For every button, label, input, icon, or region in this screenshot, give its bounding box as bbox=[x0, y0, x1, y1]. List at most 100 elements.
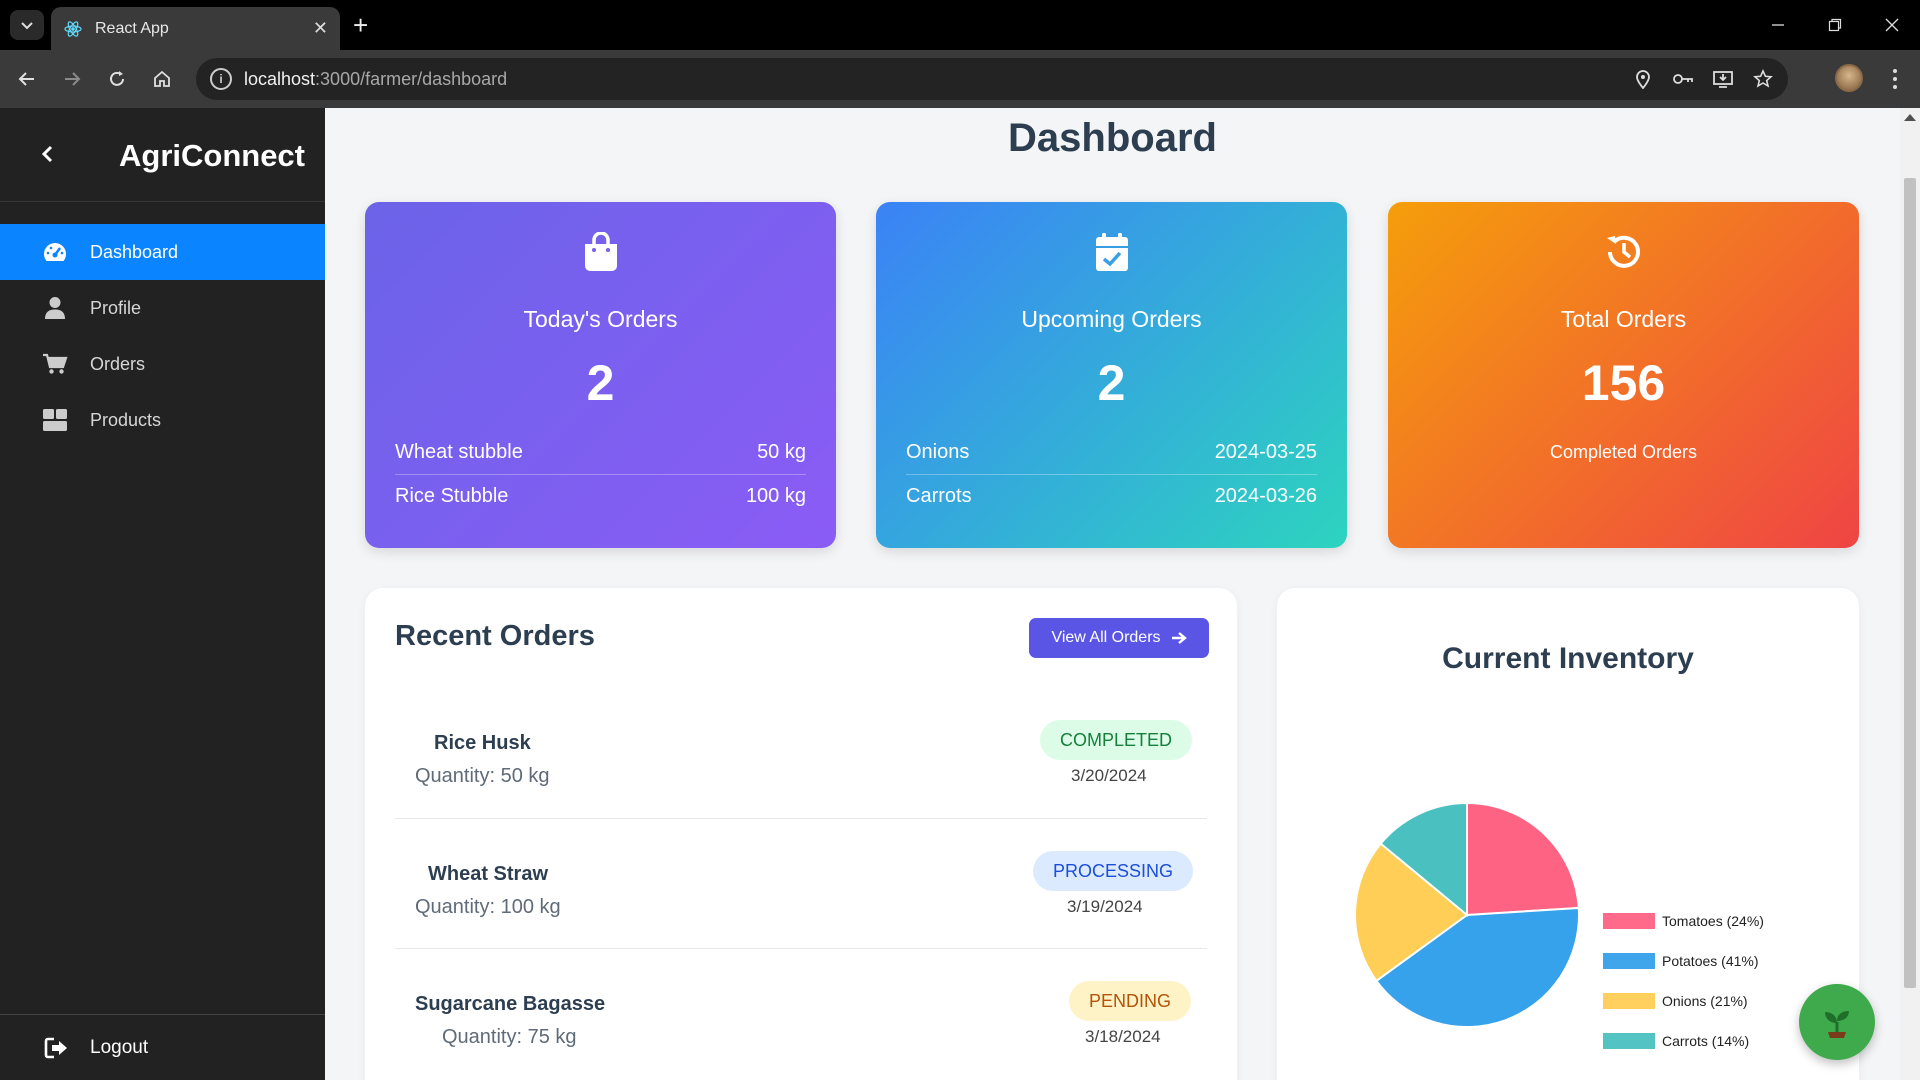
bookmark-star-icon[interactable] bbox=[1752, 68, 1774, 90]
url-host: localhost bbox=[244, 68, 316, 89]
legend-item[interactable]: Onions (21%) bbox=[1603, 981, 1764, 1021]
order-date: 3/19/2024 bbox=[1067, 897, 1143, 916]
card-row: Onions 2024-03-25 bbox=[906, 430, 1317, 474]
total-orders-card: Total Orders 156 Completed Orders bbox=[1388, 202, 1859, 548]
profile-avatar[interactable] bbox=[1835, 64, 1863, 92]
order-quantity: Quantity: 100 kg bbox=[415, 896, 561, 918]
card-rows: Onions 2024-03-25 Carrots 2024-03-26 bbox=[906, 430, 1317, 518]
close-window-button[interactable] bbox=[1863, 0, 1920, 50]
pie-slice-0[interactable] bbox=[1466, 801, 1580, 917]
button-label: View All Orders bbox=[1051, 629, 1161, 646]
sidebar-item-label: Products bbox=[90, 409, 162, 430]
card-row: Wheat stubble 50 kg bbox=[395, 430, 806, 474]
sidebar-item-profile[interactable]: Profile bbox=[0, 280, 325, 336]
browser-tab[interactable]: React App ✕ bbox=[51, 7, 340, 50]
restore-button[interactable] bbox=[1806, 0, 1863, 50]
address-bar-actions bbox=[1632, 58, 1774, 100]
recent-orders-panel: Recent Orders View All Orders Rice Husk … bbox=[365, 588, 1237, 1080]
todays-orders-card: Today's Orders 2 Wheat stubble 50 kg Ric… bbox=[365, 202, 836, 548]
arrow-right-icon bbox=[1171, 632, 1187, 644]
order-item[interactable]: Rice Husk Quantity: 50 kg COMPLETED 3/20… bbox=[395, 688, 1207, 818]
arrow-right-icon bbox=[65, 72, 81, 86]
boxes-icon bbox=[42, 407, 68, 433]
order-quantity: Quantity: 75 kg bbox=[442, 1026, 577, 1048]
legend-item[interactable]: Carrots (14%) bbox=[1603, 1021, 1764, 1061]
order-date: 3/20/2024 bbox=[1071, 766, 1147, 785]
legend-label: Onions (21%) bbox=[1662, 993, 1748, 1009]
page-scrollbar[interactable] bbox=[1900, 108, 1920, 1080]
legend-swatch bbox=[1603, 1033, 1655, 1049]
calendar-check-icon bbox=[876, 232, 1347, 272]
card-label: Upcoming Orders bbox=[1021, 306, 1202, 332]
tab-close-icon[interactable]: ✕ bbox=[313, 18, 328, 39]
back-button[interactable] bbox=[10, 62, 44, 96]
upcoming-orders-card: Upcoming Orders 2 Onions 2024-03-25 Carr… bbox=[876, 202, 1347, 548]
sidebar-item-label: Orders bbox=[90, 353, 146, 374]
scroll-up-arrow[interactable] bbox=[1904, 114, 1916, 121]
minimize-button[interactable] bbox=[1749, 0, 1806, 50]
site-info-icon[interactable]: i bbox=[210, 68, 232, 90]
new-tab-button[interactable]: + bbox=[353, 12, 368, 38]
logout-label: Logout bbox=[90, 1036, 149, 1058]
card-value: 156 bbox=[1581, 355, 1666, 411]
forward-button[interactable] bbox=[55, 62, 89, 96]
browser-menu-icon[interactable] bbox=[1880, 62, 1910, 96]
sidebar-collapse-button[interactable] bbox=[36, 142, 60, 166]
home-icon bbox=[154, 70, 170, 87]
order-date: 3/18/2024 bbox=[1085, 1027, 1161, 1046]
legend-swatch bbox=[1603, 993, 1655, 1009]
card-row-value: 2024-03-25 bbox=[1214, 440, 1317, 463]
order-name: Wheat Straw bbox=[428, 863, 549, 885]
address-bar[interactable]: i localhost:3000/farmer/dashboard bbox=[196, 58, 1788, 100]
order-item[interactable]: Sugarcane Bagasse Quantity: 75 kg PENDIN… bbox=[395, 948, 1207, 1078]
card-rows: Wheat stubble 50 kg Rice Stubble 100 kg bbox=[395, 430, 806, 518]
card-row-item: Rice Stubble bbox=[395, 485, 509, 507]
logout-button[interactable]: Logout bbox=[0, 1014, 325, 1080]
card-row-value: 2024-03-26 bbox=[1214, 485, 1317, 507]
seedling-icon bbox=[1825, 1011, 1849, 1038]
logout-icon bbox=[44, 1035, 70, 1061]
brand-logo-text: AgriConnect bbox=[119, 138, 305, 173]
sidebar-item-products[interactable]: Products bbox=[0, 392, 325, 448]
browser-tab-bar: React App ✕ + bbox=[0, 0, 1920, 50]
legend-label: Tomatoes (24%) bbox=[1662, 913, 1764, 929]
status-badge: COMPLETED bbox=[1040, 720, 1193, 760]
order-item[interactable]: Wheat Straw Quantity: 100 kg PROCESSING … bbox=[395, 818, 1207, 948]
tab-search-button[interactable] bbox=[10, 10, 44, 40]
card-subtitle: Completed Orders bbox=[1549, 442, 1698, 462]
tab-title: React App bbox=[95, 19, 169, 37]
card-row-item: Wheat stubble bbox=[395, 440, 523, 463]
order-name: Rice Husk bbox=[434, 732, 531, 754]
legend-swatch bbox=[1603, 913, 1655, 929]
card-label: Total Orders bbox=[1560, 306, 1687, 332]
chevron-down-icon bbox=[21, 22, 33, 30]
view-all-orders-button[interactable]: View All Orders bbox=[1029, 618, 1209, 658]
legend-label: Carrots (14%) bbox=[1662, 1033, 1750, 1049]
gauge-icon bbox=[42, 239, 68, 265]
install-app-icon[interactable] bbox=[1712, 68, 1734, 90]
location-icon[interactable] bbox=[1632, 68, 1654, 90]
shopping-bag-icon bbox=[365, 232, 836, 272]
card-value: 2 bbox=[586, 355, 615, 411]
password-key-icon[interactable] bbox=[1672, 68, 1694, 90]
card-row-item: Carrots bbox=[906, 485, 972, 507]
window-controls bbox=[1749, 0, 1920, 50]
cart-icon bbox=[42, 351, 68, 377]
order-quantity: Quantity: 50 kg bbox=[415, 765, 550, 787]
chevron-left-icon bbox=[41, 145, 53, 163]
home-button[interactable] bbox=[145, 62, 179, 96]
scrollbar-thumb[interactable] bbox=[1904, 178, 1916, 988]
card-row-value: 50 kg bbox=[757, 440, 806, 463]
floating-plant-button[interactable] bbox=[1799, 984, 1875, 1060]
reload-button[interactable] bbox=[100, 62, 134, 96]
sidebar-header: AgriConnect bbox=[0, 108, 325, 202]
legend-item[interactable]: Potatoes (41%) bbox=[1603, 941, 1764, 981]
legend-item[interactable]: Tomatoes (24%) bbox=[1603, 901, 1764, 941]
sidebar-item-label: Profile bbox=[90, 297, 142, 318]
sidebar-item-dashboard[interactable]: Dashboard bbox=[0, 224, 325, 280]
card-value: 2 bbox=[1097, 355, 1126, 411]
page-title: Dashboard bbox=[1008, 116, 1217, 160]
sidebar-item-orders[interactable]: Orders bbox=[0, 336, 325, 392]
browser-toolbar: i localhost:3000/farmer/dashboard bbox=[0, 50, 1920, 108]
url-path: :3000/farmer/dashboard bbox=[315, 68, 508, 89]
